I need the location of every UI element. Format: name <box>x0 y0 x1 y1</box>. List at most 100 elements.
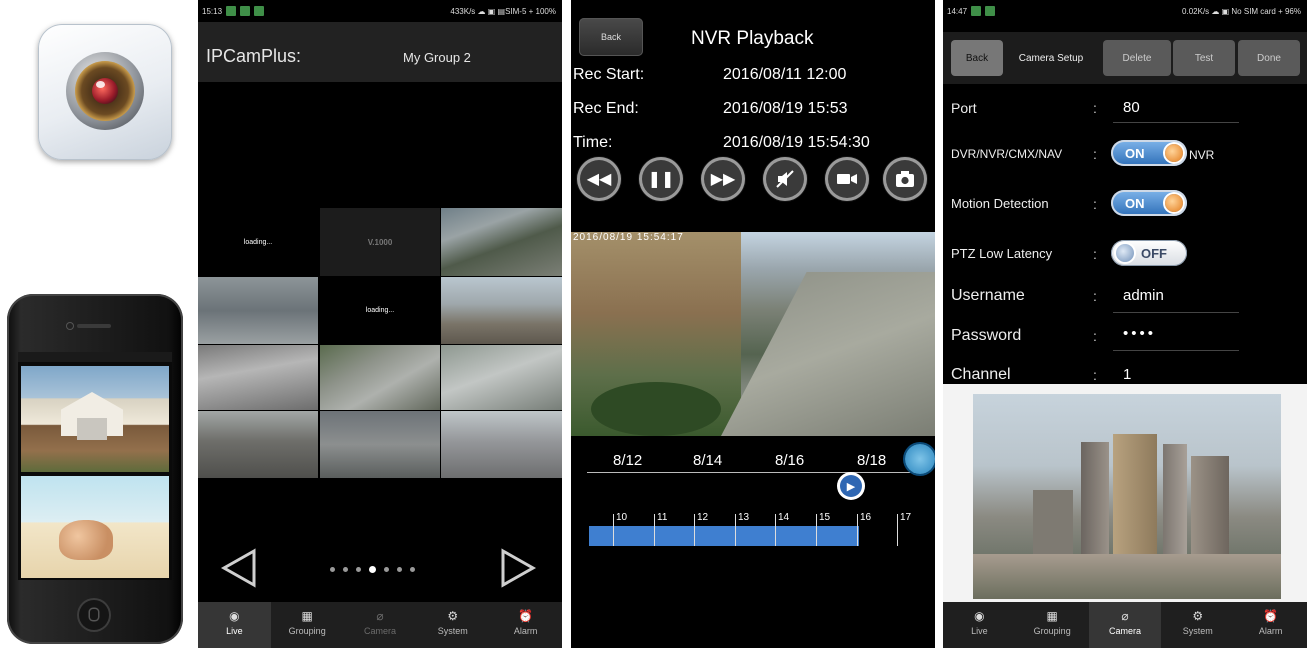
tab-live[interactable]: ◉ Live <box>198 602 271 648</box>
port-field[interactable]: 80 <box>1123 99 1140 116</box>
prev-page-icon[interactable] <box>218 547 260 589</box>
dvr-toggle[interactable]: ON <box>1111 140 1187 166</box>
page-dot[interactable] <box>384 567 389 572</box>
username-field[interactable]: admin <box>1123 287 1164 304</box>
record-button[interactable] <box>825 157 869 201</box>
scrubber-handle[interactable] <box>905 444 935 474</box>
hour-tick <box>897 514 898 546</box>
play-marker[interactable]: ▶ <box>837 472 865 500</box>
hour-tick <box>857 514 858 546</box>
motion-toggle[interactable]: ON <box>1111 190 1187 216</box>
fast-forward-button[interactable]: ▶▶ <box>701 157 745 201</box>
tab-alarm[interactable]: ⏰ Alarm <box>1234 602 1307 648</box>
video-camera-icon <box>837 174 857 184</box>
toggle-knob <box>1165 194 1183 212</box>
hour-tick <box>775 514 776 546</box>
test-button[interactable]: Test <box>1173 40 1235 76</box>
iphone-screen <box>18 352 172 580</box>
timeline-date[interactable]: 8/12 <box>613 452 642 469</box>
tab-live[interactable]: ◉ Live <box>943 602 1016 648</box>
dvr-type-label: NVR <box>1189 148 1215 162</box>
camera-tile[interactable] <box>441 345 562 410</box>
tab-label: System <box>1182 626 1213 636</box>
home-button <box>79 600 109 630</box>
app-icon <box>38 24 172 160</box>
home-button-glyph <box>90 609 98 620</box>
tab-camera[interactable]: ⌀ Camera <box>344 602 417 648</box>
gear-icon: ⚙ <box>1192 609 1204 623</box>
page-dot[interactable] <box>397 567 402 572</box>
delete-button[interactable]: Delete <box>1103 40 1171 76</box>
ptz-toggle[interactable]: OFF <box>1111 240 1187 266</box>
ptz-label: PTZ Low Latency <box>951 246 1053 261</box>
rec-end-value: 2016/08/19 15:53 <box>723 100 848 117</box>
camera-tile[interactable] <box>441 277 562 344</box>
stream-label: V.1000 <box>367 237 393 247</box>
timeline-date[interactable]: 8/14 <box>693 452 722 469</box>
colon: : <box>1093 246 1097 262</box>
timeline-date[interactable]: 8/18 <box>857 452 886 469</box>
tab-grouping[interactable]: ▦ Grouping <box>1016 602 1089 648</box>
live-view-screen: 15:13 433K/s ☁ ▣ ▤SIM-5 + 100% IPCamPlus… <box>198 0 562 648</box>
notification-icon <box>254 6 265 16</box>
camera-tile[interactable]: loading... <box>320 277 440 344</box>
tab-grouping[interactable]: ▦ Grouping <box>271 602 344 648</box>
tab-camera[interactable]: ⌀ Camera <box>1088 602 1162 648</box>
rec-end-label: Rec End: <box>573 100 639 117</box>
page-title: Camera Setup <box>1018 52 1084 64</box>
camera-tile[interactable] <box>441 411 562 478</box>
camera-tile[interactable] <box>320 345 440 410</box>
tab-bar: ◉ Live ▦ Grouping ⌀ Camera ⚙ System ⏰ Alarm <box>943 602 1307 648</box>
bottom-spacer <box>571 602 935 648</box>
page-dot[interactable] <box>410 567 415 572</box>
next-page-icon[interactable] <box>497 547 539 589</box>
page-dot[interactable] <box>369 566 376 573</box>
tab-bar: ◉ Live ▦ Grouping ⌀ Camera ⚙ System ⏰ Alarm <box>198 602 562 648</box>
rewind-button[interactable]: ◀◀ <box>577 157 621 201</box>
colon: : <box>1093 367 1097 383</box>
status-bar: 15:13 433K/s ☁ ▣ ▤SIM-5 + 100% <box>198 0 562 22</box>
pause-button[interactable]: ❚❚ <box>639 157 683 201</box>
camera-tile[interactable] <box>198 277 318 344</box>
camera-tile[interactable]: V.1000 <box>320 208 440 276</box>
page-dot[interactable] <box>356 567 361 572</box>
back-button[interactable]: Back <box>951 40 1003 76</box>
tree <box>591 382 721 436</box>
password-label: Password <box>951 327 1022 344</box>
tab-system[interactable]: ⚙ System <box>1161 602 1234 648</box>
date-axis <box>587 472 923 473</box>
app-title: IPCamPlus: <box>206 46 302 66</box>
password-field[interactable]: •••• <box>1123 325 1156 342</box>
camera-tile[interactable] <box>320 411 440 478</box>
hour-tick <box>654 514 655 546</box>
timeline-date[interactable]: 8/16 <box>775 452 804 469</box>
camera-tile[interactable] <box>198 411 318 478</box>
page-dot[interactable] <box>343 567 348 572</box>
alarm-icon: ⏰ <box>518 609 534 623</box>
tab-label: Grouping <box>288 626 326 636</box>
hour-tick <box>694 514 695 546</box>
camera-tile[interactable] <box>198 345 318 410</box>
tab-label: Live <box>971 626 988 636</box>
back-button[interactable]: Back <box>579 18 643 56</box>
group-name[interactable]: My Group 2 <box>403 50 471 65</box>
mute-icon <box>776 170 794 188</box>
page-dot[interactable] <box>330 567 335 572</box>
hour-label: 10 <box>616 512 628 523</box>
tab-system[interactable]: ⚙ System <box>416 602 489 648</box>
camera-tile[interactable] <box>441 208 562 276</box>
snapshot-button[interactable] <box>883 157 927 201</box>
camera-icon: ⌀ <box>376 609 384 623</box>
field-underline <box>1113 312 1239 313</box>
page-title: NVR Playback <box>691 28 814 49</box>
lens-glint <box>96 81 105 88</box>
done-button[interactable]: Done <box>1238 40 1300 76</box>
camera-tile[interactable]: loading... <box>198 208 318 276</box>
loading-text: loading... <box>365 307 395 314</box>
mute-button[interactable] <box>763 157 807 201</box>
tab-label: Live <box>226 626 243 636</box>
hour-tick <box>613 514 614 546</box>
grouping-icon: ▦ <box>1046 609 1058 623</box>
channel-field[interactable]: 1 <box>1123 366 1131 383</box>
tab-alarm[interactable]: ⏰ Alarm <box>489 602 562 648</box>
